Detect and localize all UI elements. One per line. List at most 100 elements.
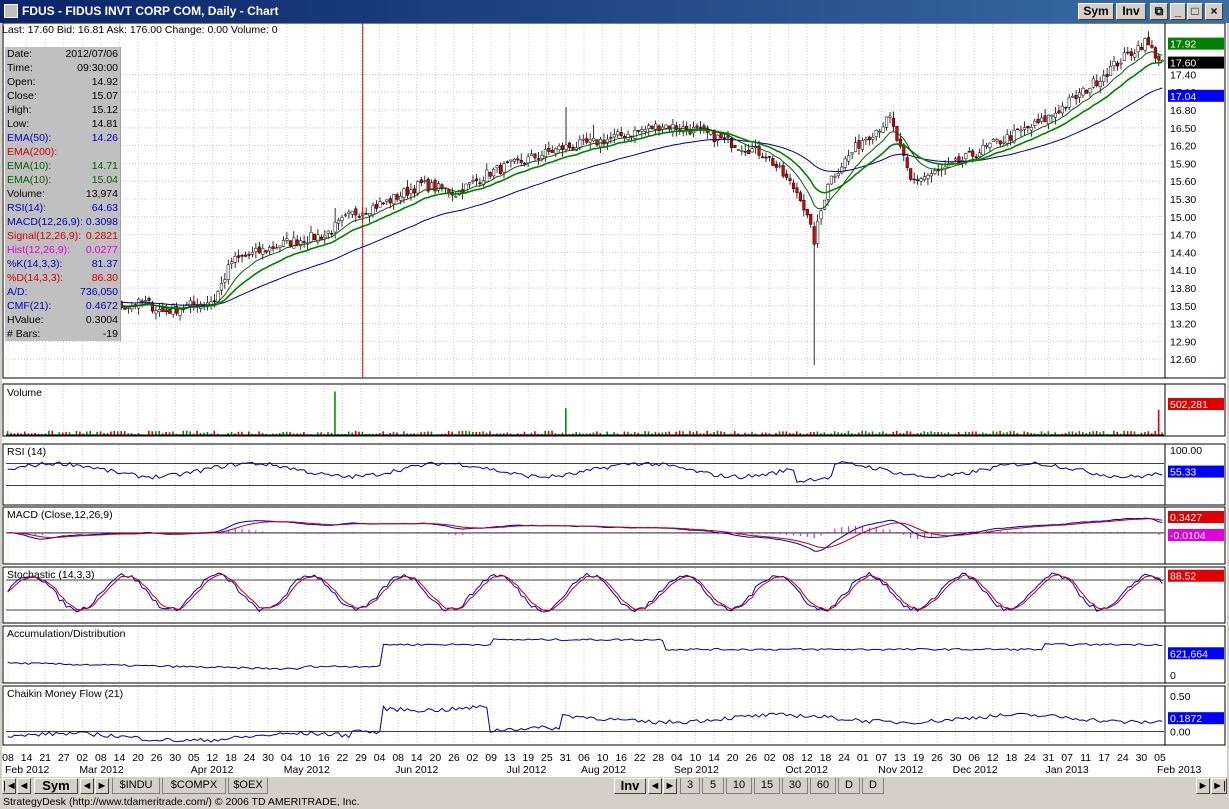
minimize-icon[interactable]: _: [1170, 3, 1186, 20]
candle-body: [240, 255, 244, 257]
date-tick-label: 04: [281, 752, 293, 764]
symbol-sym-button[interactable]: Sym: [34, 778, 78, 794]
volume-panel-title: Volume: [7, 387, 42, 399]
volume-bar: [1113, 430, 1115, 435]
interval-scroll-right-icon[interactable]: ►: [663, 778, 677, 794]
volume-bar: [117, 431, 119, 435]
price-tick-label: 12.60: [1170, 354, 1196, 366]
candle-body: [864, 138, 868, 141]
candle-body: [984, 144, 989, 147]
volume-bar: [1133, 431, 1136, 435]
volume-bar: [971, 431, 974, 435]
interval-tab[interactable]: 5: [702, 778, 724, 794]
data-row-label: EMA(10):: [7, 160, 52, 172]
scroll-last-icon[interactable]: ►|: [1211, 778, 1227, 794]
candle-body: [495, 165, 499, 168]
candle-body: [750, 148, 754, 153]
volume-bar: [247, 431, 250, 435]
interval-tab[interactable]: 30: [782, 778, 808, 794]
data-row-label: Close:: [7, 90, 37, 102]
date-tick-label: 04: [671, 752, 683, 764]
candle-body: [471, 180, 475, 182]
candle-body: [988, 142, 992, 148]
candle-body: [171, 304, 175, 315]
tab-scroll-right-icon[interactable]: ►: [95, 778, 109, 794]
close-icon[interactable]: ×: [1205, 3, 1223, 20]
date-tick-label: 02: [76, 752, 88, 764]
volume-bar: [623, 431, 626, 435]
candle-body: [578, 139, 582, 148]
volume-bar: [23, 431, 26, 435]
candle-body: [226, 264, 230, 280]
date-tick-label: 26: [448, 752, 460, 764]
symbol-tab-indu[interactable]: $INDU: [112, 778, 160, 794]
date-tick-label: 25: [541, 752, 553, 764]
volume-bar: [185, 430, 188, 435]
symbol-tab-compx[interactable]: $COMPX: [162, 778, 226, 794]
month-label: Apr 2012: [191, 764, 234, 776]
candle-body: [288, 240, 292, 247]
data-row-value: 86.30: [91, 272, 118, 284]
candle-body: [1109, 66, 1113, 77]
symbol-tab-oex[interactable]: $OEX: [228, 778, 268, 794]
ad-zero-label: 0: [1170, 670, 1176, 682]
sym-button[interactable]: Sym: [1078, 3, 1114, 20]
candle-body: [1046, 114, 1051, 125]
candle-body: [933, 170, 937, 174]
candle-body: [243, 254, 248, 257]
data-row: CMF(21): 0.4672: [5, 299, 120, 313]
interval-tab[interactable]: D: [838, 778, 860, 794]
candle-body: [337, 219, 341, 224]
candle-body: [1019, 129, 1023, 132]
date-tick-label: 19: [522, 752, 534, 764]
stoch-tag-label: 88.52: [1170, 571, 1196, 583]
interval-tab[interactable]: 3: [680, 778, 700, 794]
volume-bar: [347, 431, 350, 435]
scroll-left-icon[interactable]: ◄: [17, 778, 31, 794]
candle-body: [281, 240, 285, 247]
tab-scroll-left-icon[interactable]: ◄: [80, 778, 94, 794]
candle-body: [1060, 105, 1064, 114]
interval-tab[interactable]: 60: [810, 778, 836, 794]
candle-body: [1119, 62, 1123, 65]
data-row: Volume: 13,974: [5, 187, 120, 201]
candle-body: [1043, 115, 1047, 123]
candle-body: [588, 139, 592, 143]
candle-body: [516, 158, 520, 161]
candle-body: [795, 187, 799, 194]
candle-body: [1133, 53, 1137, 58]
data-row: A/D: 736,050: [5, 285, 120, 299]
candle-body: [295, 239, 299, 246]
interval-tab[interactable]: 15: [754, 778, 780, 794]
scroll-first-icon[interactable]: |◄: [2, 778, 17, 794]
chart-area[interactable]: 17.4017.1016.8016.5016.2015.9015.6015.30…: [2, 23, 1227, 777]
maximize-icon[interactable]: □: [1187, 3, 1203, 20]
chart-svg[interactable]: 17.4017.1016.8016.5016.2015.9015.6015.30…: [2, 23, 1227, 777]
date-tick-label: 05: [1154, 752, 1166, 764]
data-row: Open: 14.92: [5, 75, 120, 89]
interval-inv-button[interactable]: Inv: [614, 778, 646, 794]
interval-scroll-left-icon[interactable]: ◄: [648, 778, 662, 794]
month-label: Mar 2012: [79, 764, 124, 776]
date-tick-label: 10: [690, 752, 702, 764]
candle-body: [802, 199, 806, 211]
candle-body: [881, 126, 885, 133]
volume-bar: [1130, 431, 1132, 435]
candle-body: [998, 140, 1002, 145]
volume-bar: [689, 430, 691, 435]
popout-icon[interactable]: ⧉: [1150, 3, 1168, 20]
candle-body: [1105, 74, 1109, 77]
inv-button[interactable]: Inv: [1116, 3, 1146, 20]
volume-bar: [1095, 431, 1098, 435]
scroll-right-icon[interactable]: ►: [1196, 778, 1210, 794]
volume-bar: [51, 430, 54, 435]
volume-bar: [382, 431, 384, 435]
candle-body: [147, 297, 151, 301]
candle-body: [292, 237, 296, 249]
volume-bar: [123, 431, 126, 435]
interval-tab[interactable]: D: [862, 778, 884, 794]
candle-body: [409, 189, 413, 194]
candle-body: [564, 144, 568, 150]
date-tick-label: 14: [21, 752, 33, 764]
interval-tab[interactable]: 10: [726, 778, 752, 794]
